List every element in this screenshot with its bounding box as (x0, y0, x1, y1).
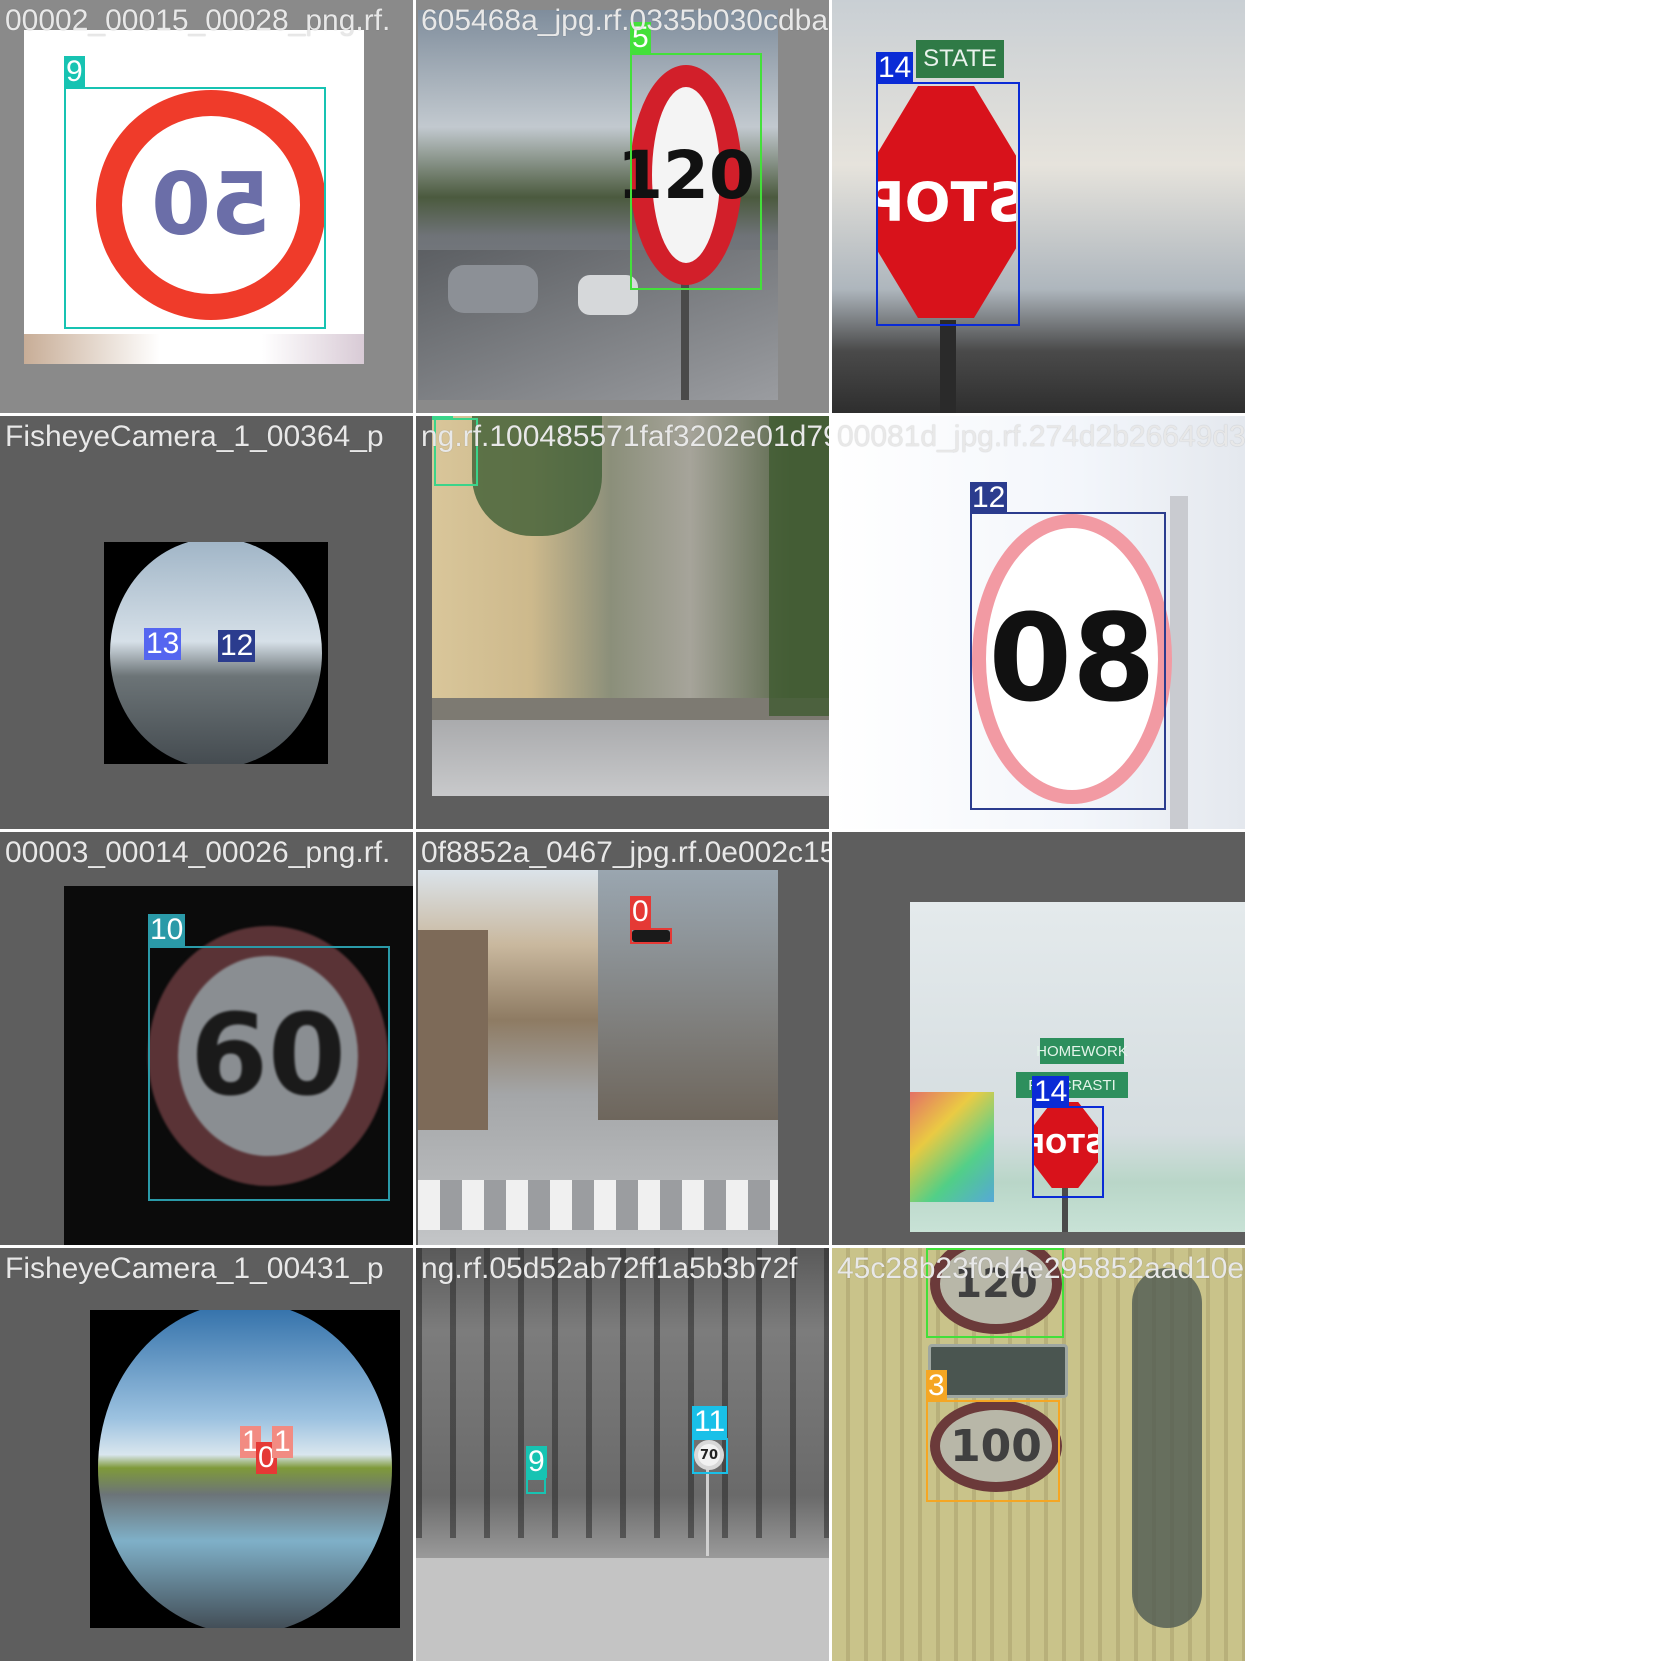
image-tile[interactable]: 0 0f8852a_0467_jpg.rf.0e002c15b5d913091f… (416, 832, 829, 1245)
box-label: 5 (926, 1248, 947, 1250)
street-name-sign: HOMEWORK (1036, 1038, 1128, 1064)
filename-caption: ng.rf.05d52ab72ff1a5b3b72f (421, 1252, 798, 1285)
foliage-strip (24, 334, 364, 364)
filename-caption: ng.rf.100485571faf3202e01d79a6 (421, 420, 829, 453)
box-label: 14 (876, 51, 914, 84)
filename-caption: 00081d_jpg.rf.274d2b26649d33c17234043ed1 (837, 420, 1245, 453)
image-tile[interactable]: STATE STOP 14 (832, 0, 1245, 413)
shadow (1132, 1268, 1202, 1628)
box-label: 10 (148, 913, 186, 946)
filename-caption: FisheyeCamera_1_00431_p (5, 1252, 384, 1285)
image-tile[interactable]: 120 100 5 3 45c28b23f0d4e295852aad10eef8… (832, 1248, 1245, 1661)
bounding-box (148, 946, 390, 1201)
forest-trunks (416, 1248, 829, 1538)
filename-caption: 00003_00014_00026_png.rf. (5, 836, 391, 869)
image-tile[interactable]: 7 ng.rf.100485571faf3202e01d79a6 (416, 416, 829, 829)
image-thumbnail: 70 (416, 1248, 829, 1661)
box-label: 9 (64, 55, 85, 88)
bounding-box (630, 928, 672, 944)
image-tile[interactable]: 1 0 1 FisheyeCamera_1_00431_p (0, 1248, 413, 1661)
image-thumbnail (104, 542, 328, 764)
street-name-text: STATE (923, 45, 997, 72)
box-label: 9 (526, 1445, 547, 1478)
detection-mosaic: 50 9 00002_00015_00028_png.rf. 120 5 605… (0, 0, 1664, 1664)
mural (910, 1092, 994, 1202)
image-tile[interactable]: 60 10 00003_00014_00026_png.rf. (0, 832, 413, 1245)
fisheye-view (98, 1310, 392, 1628)
box-label: 12 (970, 481, 1008, 514)
box-label: 12 (218, 629, 256, 662)
image-tile[interactable]: 70 11 9 ng.rf.05d52ab72ff1a5b3b72f (416, 1248, 829, 1661)
filename-caption: 605468a_jpg.rf.0335b030cdba98e75fb00g5c7… (421, 4, 829, 37)
crosswalk (418, 1180, 778, 1230)
car (578, 275, 638, 315)
bounding-box (970, 512, 1166, 810)
filename-caption: 0f8852a_0467_jpg.rf.0e002c15b5d913091fe9… (421, 836, 829, 869)
car (448, 265, 538, 313)
box-label: 11 (692, 1405, 728, 1438)
image-thumbnail (418, 870, 778, 1245)
filename-caption: FisheyeCamera_1_00364_p (5, 420, 384, 453)
street-name-text: HOMEWORK (1036, 1042, 1128, 1060)
building-right (598, 870, 778, 1120)
box-label: 3 (926, 1369, 947, 1402)
sign-pole (706, 1466, 709, 1556)
bounding-box (526, 1478, 546, 1494)
bounding-box (1032, 1106, 1104, 1198)
sign-pole (940, 320, 956, 413)
box-label: 0 (630, 895, 651, 928)
bounding-box (876, 82, 1020, 326)
building-left (418, 930, 488, 1130)
box-label: 13 (144, 627, 182, 660)
box-label: 1 (272, 1425, 293, 1458)
bounding-box (64, 87, 326, 329)
image-tile[interactable]: 13 12 FisheyeCamera_1_00364_p (0, 416, 413, 829)
image-tile[interactable]: 50 9 00002_00015_00028_png.rf. (0, 0, 413, 413)
road-surface (416, 1558, 829, 1661)
bounding-box (630, 53, 762, 290)
image-thumbnail (90, 1310, 400, 1628)
pole (1170, 496, 1188, 829)
image-tile[interactable]: 120 5 605468a_jpg.rf.0335b030cdba98e75fb… (416, 0, 829, 413)
image-tile[interactable]: HOMEWORK PROCRASTI STOP 14 (832, 832, 1245, 1245)
bounding-box (692, 1438, 728, 1474)
filename-caption: 45c28b23f0d4e295852aad10eef86de67 (837, 1252, 1245, 1285)
box-label: 14 (1032, 1075, 1070, 1108)
sign-pole (681, 280, 689, 400)
street-name-sign: STATE (916, 40, 1004, 78)
tree-canopy (769, 416, 829, 716)
road-surface (432, 716, 829, 796)
bounding-box (926, 1400, 1060, 1502)
image-thumbnail (432, 416, 829, 796)
fisheye-view (110, 542, 322, 764)
filename-caption: 00002_00015_00028_png.rf. (5, 4, 391, 37)
image-tile[interactable]: 80 12 00081d_jpg.rf.274d2b26649d33c17234… (832, 416, 1245, 829)
vehicle-plate (928, 1344, 1068, 1398)
